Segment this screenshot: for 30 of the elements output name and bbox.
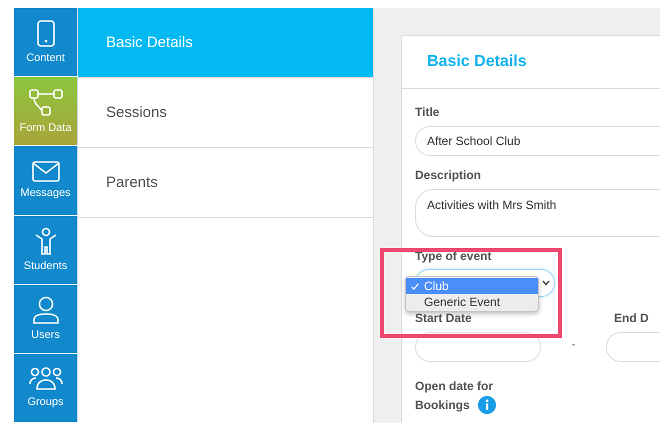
- nav-item[interactable]: Groups: [14, 354, 78, 422]
- nav-item[interactable]: Messages: [14, 146, 78, 215]
- nav-item[interactable]: Students: [14, 216, 78, 284]
- nav-item[interactable]: Content: [14, 8, 78, 76]
- dropdown-option[interactable]: Generic Event: [406, 294, 538, 310]
- field-label: Bookings: [415, 398, 470, 412]
- nav-item[interactable]: Form Data: [14, 77, 78, 146]
- section-tab[interactable]: Basic Details: [78, 8, 373, 78]
- phone-icon: [36, 20, 54, 48]
- caret-icon: [542, 280, 550, 286]
- field-label: Description: [415, 168, 482, 182]
- nav-item[interactable]: Users: [14, 284, 78, 353]
- envelope-icon: [32, 161, 60, 182]
- info-icon[interactable]: [478, 396, 496, 414]
- date-separator: -: [570, 336, 576, 350]
- user-icon: [32, 296, 58, 324]
- check-icon: [411, 282, 419, 290]
- title-field[interactable]: After School Club: [415, 126, 660, 156]
- description-field[interactable]: Activities with Mrs Smith: [415, 189, 660, 237]
- flowchart-icon: [28, 88, 62, 117]
- field-label: Start Date: [415, 311, 473, 325]
- field-label: Type of event: [415, 249, 492, 263]
- field-label: Open date for: [415, 379, 494, 393]
- start-date-field[interactable]: [415, 332, 541, 362]
- group-icon: [28, 367, 62, 392]
- dropdown-option[interactable]: Club: [406, 278, 538, 294]
- field-label: End D: [614, 311, 649, 325]
- field-label: Title: [415, 105, 440, 119]
- card-title: Basic Details: [427, 53, 527, 71]
- child-icon: [34, 227, 58, 256]
